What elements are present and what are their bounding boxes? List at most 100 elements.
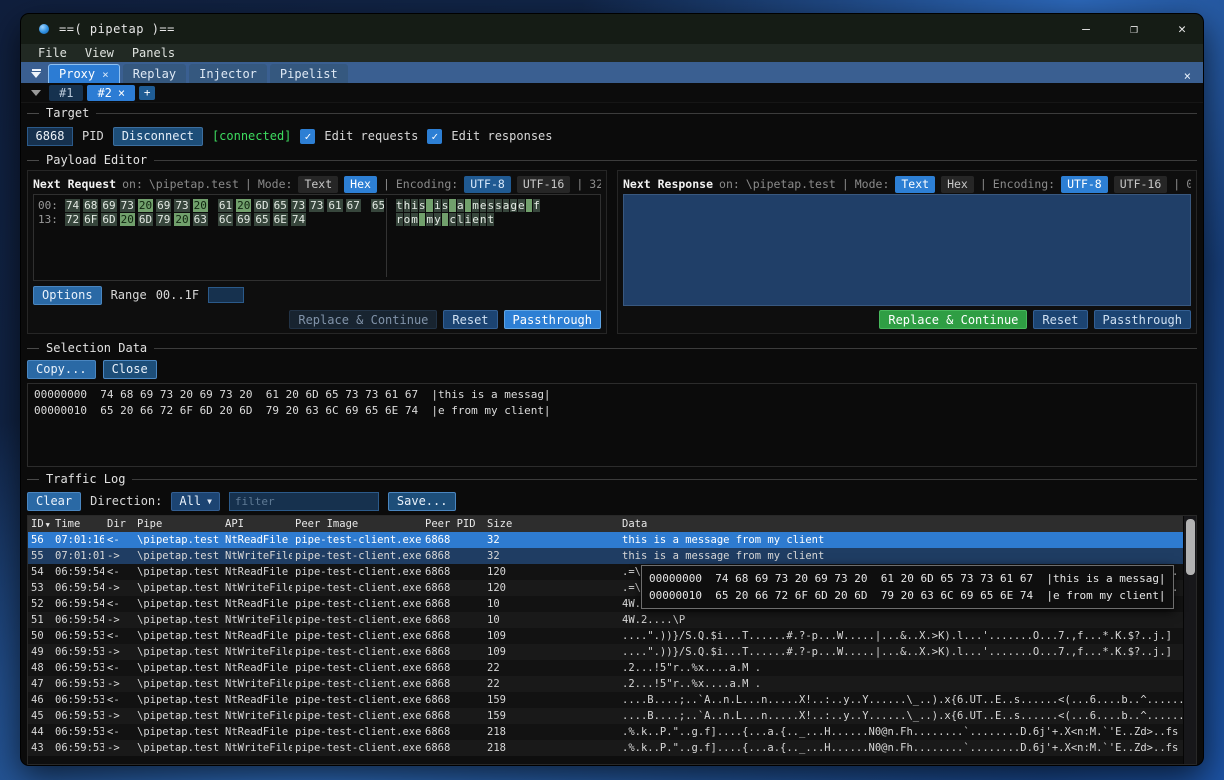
hex-byte[interactable]: 69 [156,199,171,212]
request-mode-hex-toggle[interactable]: Hex [344,176,377,193]
table-row[interactable]: 4306:59:53->\pipetap.testNtWriteFilepipe… [28,740,1183,756]
save-button[interactable]: Save... [388,492,457,511]
hex-byte[interactable]: 73 [309,199,324,212]
menu-file[interactable]: File [29,46,76,60]
table-row[interactable]: 4506:59:53->\pipetap.testNtWriteFilepipe… [28,708,1183,724]
collapse-sessions-icon[interactable] [31,90,41,96]
disconnect-button[interactable]: Disconnect [113,127,203,146]
options-button[interactable]: Options [33,286,102,305]
hex-byte[interactable]: 74 [291,213,306,226]
column-header-id[interactable]: ID▼ [28,518,52,530]
hex-byte[interactable]: 63 [193,213,208,226]
response-replace-continue-button[interactable]: Replace & Continue [879,310,1027,329]
tab-proxy-close-icon[interactable]: × [102,68,109,81]
column-header-peer-pid[interactable]: Peer PID [422,518,484,530]
request-replace-continue-button[interactable]: Replace & Continue [289,310,437,329]
hex-byte[interactable]: 65 [254,213,269,226]
edit-responses-checkbox[interactable]: ✓ [427,129,442,144]
session-tab-1[interactable]: #1 [49,85,83,101]
hex-byte[interactable]: 6F [83,213,98,226]
collapse-tabs-icon[interactable] [27,64,45,82]
table-scrollbar-thumb[interactable] [1186,519,1195,575]
session-tab-2-close-icon[interactable]: × [118,86,125,100]
table-row[interactable]: 4406:59:53<-\pipetap.testNtReadFilepipe-… [28,724,1183,740]
table-scrollbar[interactable] [1183,516,1196,764]
hex-byte[interactable]: 73 [291,199,306,212]
response-utf16-toggle[interactable]: UTF-16 [1114,176,1168,193]
hex-byte[interactable]: 67 [346,199,361,212]
column-header-size[interactable]: Size [484,518,619,530]
hex-byte[interactable]: 61 [327,199,342,212]
column-header-peer-image[interactable]: Peer Image [292,518,422,530]
menu-view[interactable]: View [76,46,123,60]
menu-panels[interactable]: Panels [123,46,184,60]
table-row[interactable]: 4906:59:53->\pipetap.testNtWriteFilepipe… [28,644,1183,660]
add-session-button[interactable]: + [139,86,155,100]
hex-byte[interactable]: 74 [65,199,80,212]
pid-input[interactable]: 6868 [27,127,73,146]
hex-byte[interactable]: 69 [101,199,116,212]
clear-button[interactable]: Clear [27,492,81,511]
hex-byte[interactable]: 20 [174,213,189,226]
hex-byte[interactable]: 20 [120,213,135,226]
hex-byte[interactable]: 68 [83,199,98,212]
filter-input[interactable] [229,492,379,511]
hex-byte[interactable]: 72 [65,213,80,226]
hex-byte[interactable]: 20 [236,199,251,212]
response-mode-text-toggle[interactable]: Text [895,176,935,193]
edit-requests-checkbox[interactable]: ✓ [300,129,315,144]
table-row[interactable]: 5607:01:16<-\pipetap.testNtReadFilepipe-… [28,532,1183,548]
hex-byte[interactable]: 61 [218,199,233,212]
response-text-editor[interactable] [623,194,1191,306]
panel-close-icon[interactable]: × [1176,69,1199,83]
hex-byte[interactable]: 69 [236,213,251,226]
hex-byte[interactable]: 20 [193,199,208,212]
hex-bytes-column[interactable]: 00:746869732069732061206D657373616765206… [38,198,384,277]
hex-byte[interactable]: 6C [218,213,233,226]
request-hex-editor[interactable]: 00:746869732069732061206D657373616765206… [33,194,601,281]
table-row[interactable]: 4606:59:53<-\pipetap.testNtReadFilepipe-… [28,692,1183,708]
hex-text-preview[interactable]: this is a message from my client [389,198,596,277]
column-header-data[interactable]: Data [619,518,1183,530]
request-reset-button[interactable]: Reset [443,310,497,329]
maximize-button[interactable]: ❐ [1125,22,1143,37]
hex-byte[interactable]: 6D [138,213,153,226]
request-mode-text-toggle[interactable]: Text [298,176,338,193]
table-row[interactable]: 4706:59:53->\pipetap.testNtWriteFilepipe… [28,676,1183,692]
hex-byte[interactable]: 6E [273,213,288,226]
table-row[interactable]: 5106:59:54->\pipetap.testNtWriteFilepipe… [28,612,1183,628]
table-row[interactable]: 5507:01:01->\pipetap.testNtWriteFilepipe… [28,548,1183,564]
hex-byte[interactable]: 6D [254,199,269,212]
selection-hexdump[interactable]: 00000000 74 68 69 73 20 69 73 20 61 20 6… [27,383,1197,467]
direction-dropdown[interactable]: All ▼ [171,492,220,511]
session-tab-2[interactable]: #2 × [87,85,135,101]
column-header-api[interactable]: API [222,518,292,530]
response-reset-button[interactable]: Reset [1033,310,1087,329]
hex-byte[interactable]: 73 [120,199,135,212]
table-row[interactable]: 4806:59:53<-\pipetap.testNtReadFilepipe-… [28,660,1183,676]
tab-injector[interactable]: Injector [189,64,267,83]
hex-byte[interactable]: 20 [138,199,153,212]
hex-byte[interactable]: 79 [156,213,171,226]
hex-byte[interactable]: 73 [174,199,189,212]
column-header-pipe[interactable]: Pipe [134,518,222,530]
tab-replay[interactable]: Replay [123,64,186,83]
column-header-dir[interactable]: Dir [104,518,134,530]
copy-button[interactable]: Copy... [27,360,96,379]
tab-proxy[interactable]: Proxy × [48,64,120,83]
tab-pipelist[interactable]: Pipelist [270,64,348,83]
hex-byte[interactable]: 65 [273,199,288,212]
range-input[interactable] [208,287,244,303]
response-mode-hex-toggle[interactable]: Hex [941,176,974,193]
request-utf16-toggle[interactable]: UTF-16 [517,176,571,193]
hex-byte[interactable]: 65 [371,199,384,212]
minimize-button[interactable]: – [1077,22,1095,37]
column-header-time[interactable]: Time [52,518,104,530]
response-utf8-toggle[interactable]: UTF-8 [1061,176,1108,193]
response-passthrough-button[interactable]: Passthrough [1094,310,1191,329]
close-button[interactable]: ✕ [1173,22,1191,37]
close-selection-button[interactable]: Close [103,360,157,379]
table-row[interactable]: 5006:59:53<-\pipetap.testNtReadFilepipe-… [28,628,1183,644]
request-passthrough-button[interactable]: Passthrough [504,310,601,329]
hex-byte[interactable]: 6D [101,213,116,226]
